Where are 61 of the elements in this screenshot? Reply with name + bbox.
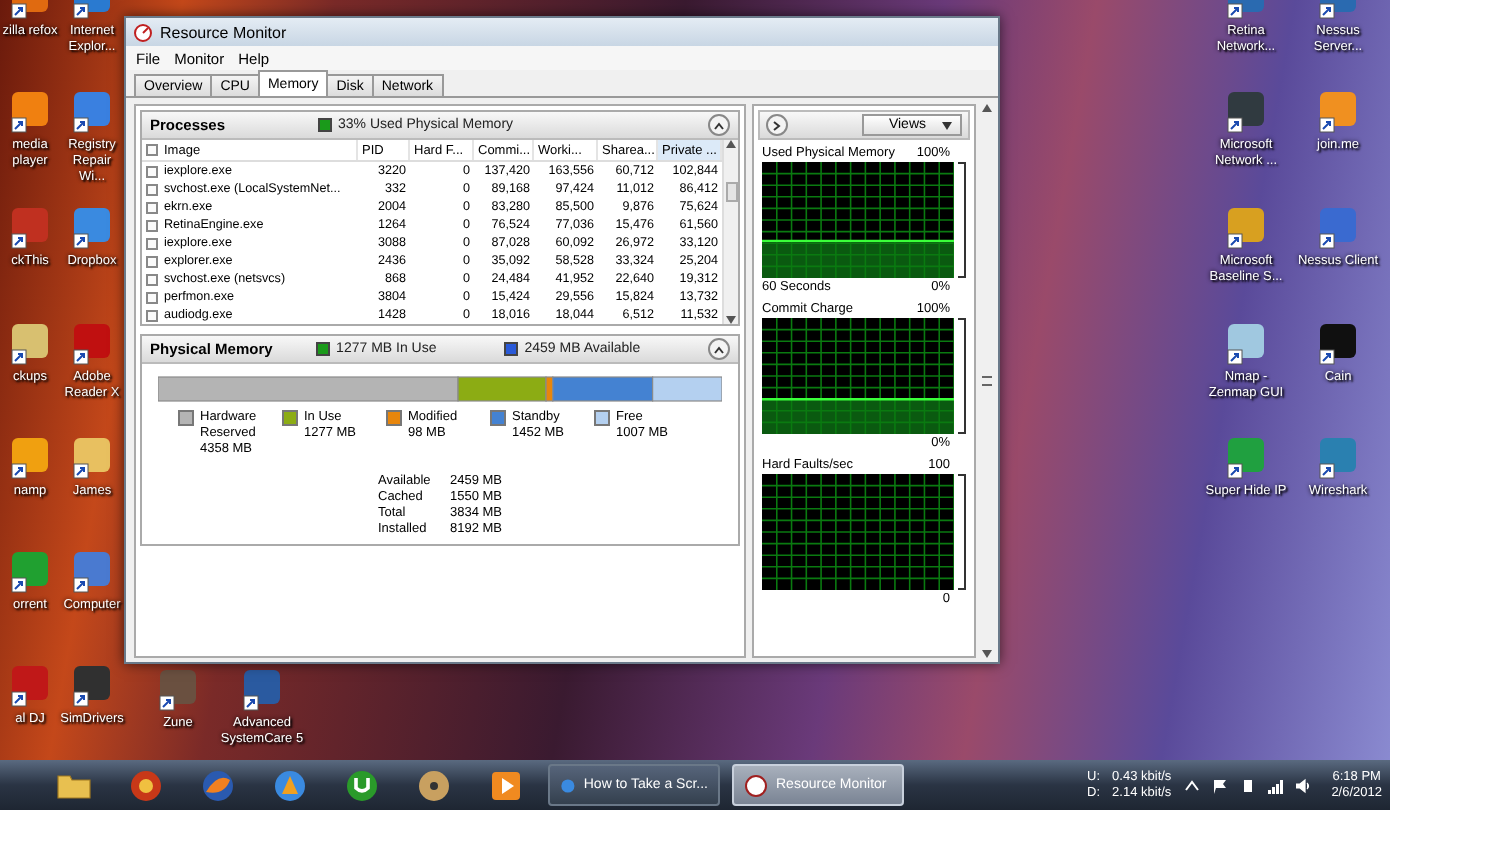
shortcut-icon — [1224, 322, 1268, 366]
shortcut-icon — [1316, 436, 1360, 480]
round-app-icon[interactable] — [272, 767, 308, 803]
scale-bracket — [958, 162, 966, 278]
speaker-icon[interactable] — [1295, 777, 1312, 793]
shortcut-icon — [70, 322, 114, 366]
chevron-up-icon[interactable] — [1183, 777, 1200, 793]
scroll-grip[interactable] — [982, 376, 992, 386]
row-checkbox[interactable] — [146, 237, 158, 249]
row-checkbox[interactable] — [146, 201, 158, 213]
collapse-button[interactable] — [708, 338, 730, 360]
row-checkbox[interactable] — [146, 165, 158, 177]
signal-bars-icon[interactable] — [1267, 777, 1284, 793]
scrollbar[interactable] — [982, 104, 992, 658]
flag-icon[interactable] — [1211, 777, 1228, 793]
scale-bracket — [958, 318, 966, 434]
row-checkbox[interactable] — [146, 273, 158, 285]
shortcut-icon — [1224, 436, 1268, 480]
scrollbar[interactable] — [722, 140, 738, 324]
row-checkbox[interactable] — [146, 309, 158, 321]
round-app-icon[interactable] — [128, 767, 164, 803]
shortcut-icon — [70, 206, 114, 250]
shortcut-icon — [240, 668, 284, 712]
expand-button[interactable] — [766, 114, 788, 136]
row-checkbox[interactable] — [146, 291, 158, 303]
shortcut-icon — [70, 436, 114, 480]
scroll-up-icon — [982, 104, 992, 112]
row-checkbox[interactable] — [146, 255, 158, 267]
disc-icon[interactable] — [416, 767, 452, 803]
shortcut-icon — [1224, 206, 1268, 250]
shortcut-icon — [70, 664, 114, 708]
shortcut-icon — [70, 550, 114, 594]
shortcut-icon — [8, 550, 52, 594]
scale-bracket — [958, 474, 966, 590]
swatch-icon — [504, 342, 519, 356]
row-checkbox[interactable] — [146, 219, 158, 231]
row-checkbox[interactable] — [146, 183, 158, 195]
scroll-thumb[interactable] — [725, 182, 737, 202]
shortcut-icon — [1316, 206, 1360, 250]
swatch-icon — [316, 342, 331, 356]
round-app-icon[interactable] — [344, 767, 380, 803]
play-icon[interactable] — [488, 767, 524, 803]
chevron-right-icon — [773, 120, 781, 130]
shortcut-icon — [8, 90, 52, 134]
chevron-up-icon — [714, 121, 724, 129]
shortcut-icon — [8, 664, 52, 708]
window-title: Resource Monitor — [160, 23, 287, 41]
chevron-up-icon — [714, 345, 725, 353]
shortcut-icon — [1224, 90, 1268, 134]
shortcut-icon — [156, 668, 200, 712]
scroll-down-icon — [982, 650, 992, 658]
caret-down-icon — [942, 121, 952, 129]
shortcut-icon — [1316, 322, 1360, 366]
shortcut-icon — [8, 322, 52, 366]
shortcut-icon — [8, 436, 52, 480]
shortcut-icon — [70, 90, 114, 134]
shortcut-icon — [8, 206, 52, 250]
shortcut-icon — [1316, 90, 1360, 134]
scroll-down-icon — [726, 316, 736, 324]
collapse-button[interactable] — [708, 114, 730, 136]
swatch-icon — [318, 118, 332, 132]
